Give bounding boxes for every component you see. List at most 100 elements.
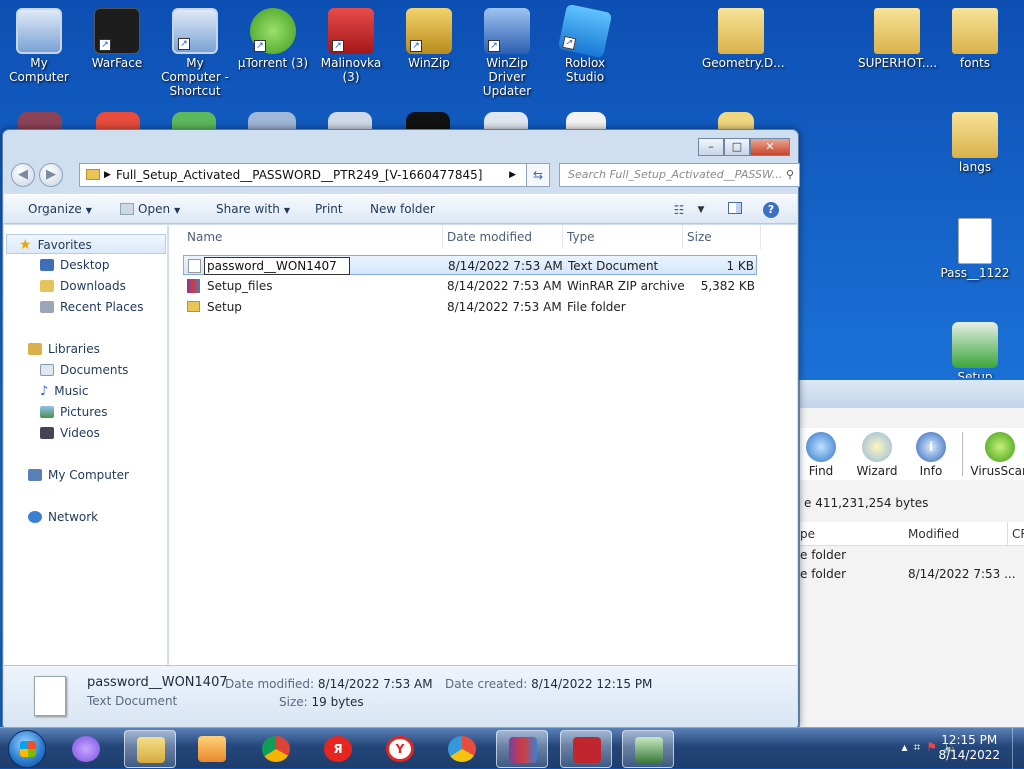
- nav-item-music[interactable]: ♪ Music: [40, 381, 88, 401]
- help-button[interactable]: ?: [763, 202, 779, 218]
- nav-item-network[interactable]: Network: [28, 507, 98, 527]
- open-button[interactable]: Open ▼: [120, 202, 180, 216]
- search-input[interactable]: Search Full_Setup_Activated__PASSW... ⚲: [559, 163, 800, 187]
- desktop-icon-my-computer[interactable]: My Computer: [0, 8, 78, 84]
- desktop-icon-malinovka[interactable]: ↗ Malinovka (3): [312, 8, 390, 84]
- yandex-browser-icon: Y: [386, 736, 414, 762]
- clock[interactable]: 12:15 PM 8/14/2022: [938, 733, 1000, 763]
- address-bar[interactable]: ▶ Full_Setup_Activated__PASSWORD__PTR249…: [79, 163, 545, 187]
- print-button[interactable]: Print: [315, 202, 343, 216]
- hidden-desktop-icon[interactable]: [328, 112, 372, 130]
- taskbar-browser[interactable]: [436, 730, 488, 768]
- desktop-icon-fonts[interactable]: fonts: [936, 8, 1014, 70]
- desktop-icon-roblox-studio[interactable]: ↗ Roblox Studio: [546, 3, 624, 84]
- refresh-button[interactable]: ⇆: [526, 163, 550, 187]
- explorer-window[interactable]: – □ ✕ ◀ ▶ ▶ Full_Setup_Activated__PASSWO…: [2, 129, 800, 727]
- rename-input[interactable]: password__WON1407: [204, 257, 350, 275]
- taskbar-yandex-browser[interactable]: Y: [374, 730, 426, 768]
- close-button[interactable]: ✕: [750, 138, 790, 156]
- maximize-button[interactable]: □: [724, 138, 750, 156]
- column-header-date-modified[interactable]: Date modified: [443, 225, 563, 249]
- hidden-desktop-icon[interactable]: [484, 112, 528, 130]
- find-button[interactable]: Find: [796, 432, 846, 478]
- utorrent-icon: ↗: [250, 8, 296, 54]
- organize-button[interactable]: Organize ▼: [28, 202, 92, 216]
- back-button[interactable]: ◀: [11, 163, 35, 187]
- hidden-desktop-icon[interactable]: [18, 112, 62, 130]
- file-row[interactable]: Setup_files 8/14/2022 7:53 AM WinRAR ZIP…: [183, 276, 757, 296]
- folder-icon: [86, 169, 100, 180]
- recent-places-icon: [40, 301, 54, 313]
- show-hidden-icons-button[interactable]: ▴: [901, 740, 913, 754]
- nav-item-downloads[interactable]: Downloads: [40, 276, 126, 296]
- share-with-button[interactable]: Share with ▼: [216, 202, 290, 216]
- new-folder-button[interactable]: New folder: [370, 202, 435, 216]
- column-modified[interactable]: Modified: [908, 522, 959, 546]
- nav-item-my-computer[interactable]: My Computer: [28, 465, 129, 485]
- nav-item-documents[interactable]: Documents: [40, 360, 128, 380]
- desktop-icon-winzip-driver-updater[interactable]: ↗ WinZip Driver Updater: [468, 8, 546, 98]
- taskbar-task-manager[interactable]: [622, 730, 674, 768]
- nav-item-libraries[interactable]: Libraries: [28, 339, 100, 359]
- desktop-icon-geometry-dash[interactable]: Geometry.D...: [702, 8, 785, 70]
- desktop-icon-winzip[interactable]: ↗ WinZip: [390, 8, 468, 70]
- breadcrumb-arrow-icon[interactable]: ▶: [509, 164, 516, 186]
- column-header-name[interactable]: Name: [183, 225, 443, 249]
- hidden-desktop-icon[interactable]: [172, 112, 216, 130]
- column-header-size[interactable]: Size: [683, 225, 761, 249]
- change-view-button[interactable]: ☷: [668, 200, 690, 220]
- column-type[interactable]: pe: [800, 522, 815, 546]
- taskbar-winrar[interactable]: [496, 730, 548, 768]
- desktop-icon-utorrent[interactable]: ↗ µTorrent (3): [234, 8, 312, 70]
- nav-item-recent-places[interactable]: Recent Places: [40, 297, 143, 317]
- nav-item-desktop[interactable]: Desktop: [40, 255, 110, 275]
- network-icon: [28, 511, 42, 523]
- desktop-icon-setup[interactable]: Setup: [936, 322, 1014, 378]
- desktop-icon-langs[interactable]: langs: [936, 112, 1014, 174]
- breadcrumb-path[interactable]: Full_Setup_Activated__PASSWORD__PTR249_[…: [116, 168, 482, 182]
- taskbar-yandex[interactable]: Я: [312, 730, 364, 768]
- date-created-value: 8/14/2022 12:15 PM: [531, 677, 653, 691]
- breadcrumb-arrow-icon[interactable]: ▶: [104, 164, 111, 186]
- taskbar-explorer[interactable]: [124, 730, 176, 768]
- winzip-row[interactable]: e folder 8/14/2022 7:53 ...: [800, 567, 1024, 581]
- nav-item-favorites[interactable]: ★ Favorites: [6, 234, 166, 254]
- winzip-window[interactable]: Find Wizard i Info VirusScan e 411,231,2…: [799, 380, 1024, 727]
- file-row[interactable]: password__WON1407 8/14/2022 7:53 AM Text…: [183, 255, 757, 275]
- network-status-icon[interactable]: ⌗: [914, 740, 927, 754]
- minimize-button[interactable]: –: [698, 138, 724, 156]
- nav-item-pictures[interactable]: Pictures: [40, 402, 108, 422]
- taskbar-alice[interactable]: [60, 730, 112, 768]
- desktop-icon-label: My Computer: [9, 56, 69, 84]
- desktop-icon-warface[interactable]: ↗ WarFace: [78, 8, 156, 70]
- hidden-desktop-icon[interactable]: [406, 112, 450, 130]
- start-button[interactable]: [8, 730, 46, 768]
- taskbar-app[interactable]: [560, 730, 612, 768]
- desktop-icon-label: WinZip: [408, 56, 450, 70]
- hidden-desktop-icon[interactable]: [566, 112, 606, 130]
- virusscan-button[interactable]: VirusScan: [970, 432, 1024, 478]
- desktop-icon-my-computer-shortcut[interactable]: ↗ My Computer - Shortcut: [156, 8, 234, 98]
- desktop-icon-superhot[interactable]: SUPERHOT....: [858, 8, 937, 70]
- wizard-button[interactable]: Wizard: [852, 432, 902, 478]
- winzip-row[interactable]: e folder: [800, 548, 1024, 562]
- info-button[interactable]: i Info: [906, 432, 956, 478]
- window-controls: – □ ✕: [698, 138, 790, 156]
- nav-item-videos[interactable]: Videos: [40, 423, 100, 443]
- column-crc[interactable]: CR: [1007, 522, 1024, 546]
- hidden-desktop-icon[interactable]: [718, 112, 754, 130]
- preview-pane-button[interactable]: [724, 200, 746, 220]
- folder-icon: [718, 8, 764, 54]
- computer-icon: ↗: [172, 8, 218, 54]
- file-row[interactable]: Setup 8/14/2022 7:53 AM File folder: [183, 297, 757, 317]
- forward-button[interactable]: ▶: [39, 163, 63, 187]
- show-desktop-button[interactable]: [1012, 728, 1024, 769]
- hidden-desktop-icon[interactable]: [248, 112, 296, 130]
- taskbar-media-player[interactable]: [186, 730, 238, 768]
- hidden-desktop-icon[interactable]: [96, 112, 140, 130]
- desktop-icon-pass-1122[interactable]: Pass__1122: [936, 218, 1014, 280]
- view-options-button[interactable]: ▼: [690, 200, 712, 220]
- media-player-icon: [198, 736, 226, 762]
- column-header-type[interactable]: Type: [563, 225, 683, 249]
- taskbar-chrome[interactable]: [250, 730, 302, 768]
